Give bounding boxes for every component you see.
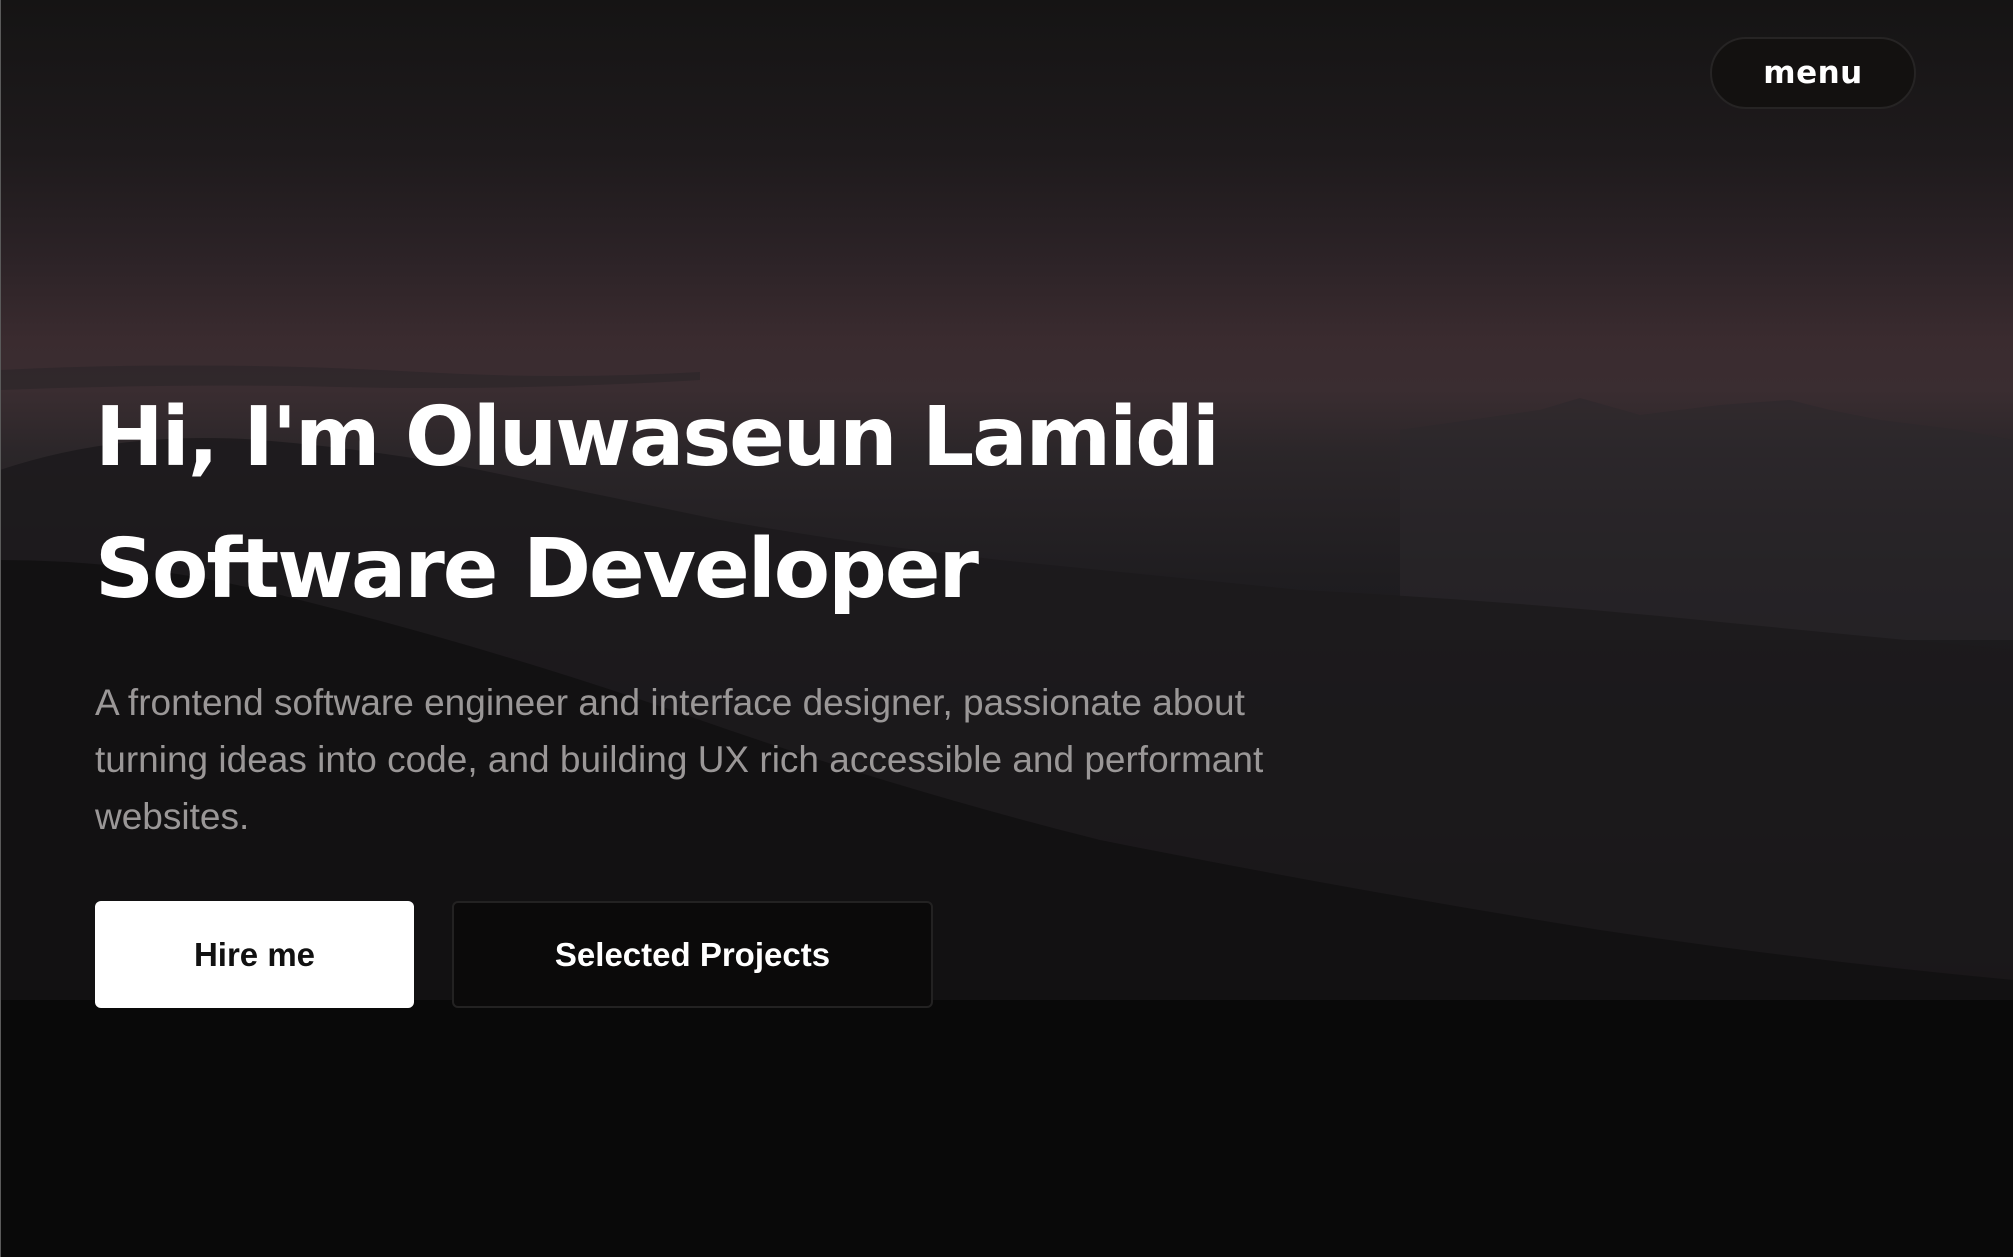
hero-title-role: Software Developer [95,522,979,617]
hero-description: A frontend software engineer and interfa… [95,682,1264,837]
hero-actions: Hire me Selected Projects [95,901,933,1008]
hero-section: Hi, I'm Oluwaseun Lamidi Software Develo… [95,372,1395,845]
page-edge [0,0,1,1257]
hero-title: Hi, I'm Oluwaseun Lamidi Software Develo… [95,372,1395,636]
menu-button[interactable]: menu [1710,37,1916,109]
landing-page: menu Hi, I'm Oluwaseun Lamidi Software D… [0,0,2013,1257]
hero-title-name: Hi, I'm Oluwaseun Lamidi [95,390,1220,485]
selected-projects-button[interactable]: Selected Projects [452,901,933,1008]
foreground-shadow [0,1000,2013,1257]
hire-me-button[interactable]: Hire me [95,901,414,1008]
